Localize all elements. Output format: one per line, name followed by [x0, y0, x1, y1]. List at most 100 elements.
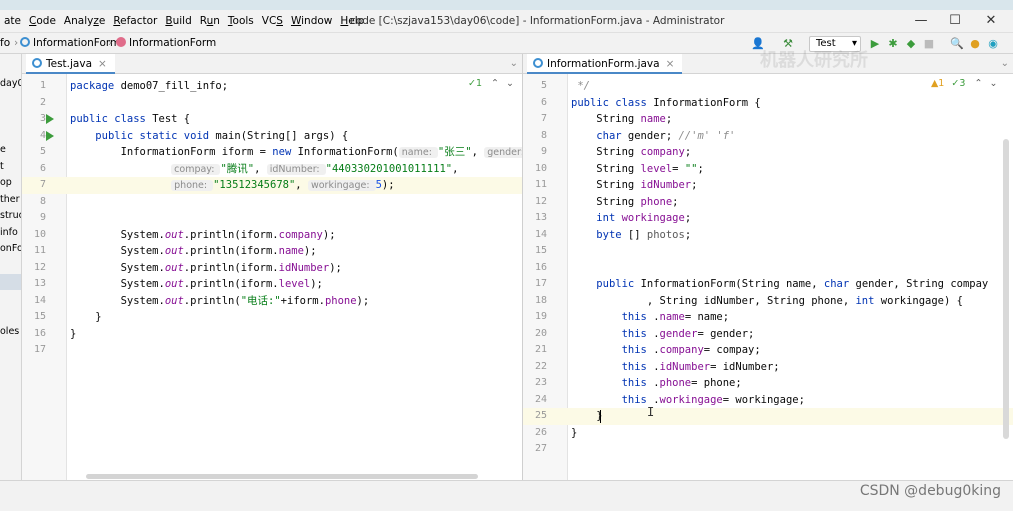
menu-item-code[interactable]: Code: [25, 15, 60, 27]
stop-icon[interactable]: ■: [922, 36, 936, 52]
sidebar-item[interactable]: [0, 93, 21, 109]
code-line[interactable]: 1 package demo07_fill_info;: [22, 78, 522, 95]
line-number: 25: [534, 410, 547, 421]
close-tab-icon[interactable]: ×: [666, 58, 675, 70]
code-line[interactable]: 12 System.out.println(iform.idNumber);: [22, 260, 522, 277]
code-line[interactable]: 3 public class Test {: [22, 111, 522, 128]
menu-item-refactor[interactable]: Refactor: [109, 15, 161, 27]
line-number: 4: [39, 129, 46, 141]
line-number: 11: [534, 179, 547, 190]
code-line[interactable]: 10 String level= "";: [523, 161, 1013, 178]
code-line[interactable]: 17 public InformationForm(String name, c…: [523, 276, 1013, 293]
tab-test-java[interactable]: Test.java ×: [26, 54, 115, 74]
horizontal-scrollbar[interactable]: [86, 474, 478, 479]
code-line[interactable]: 7 phone: "13512345678", workingage: 5);: [22, 177, 522, 194]
code-line[interactable]: 12 String phone;: [523, 194, 1013, 211]
sidebar-item[interactable]: t: [0, 159, 21, 175]
line-number: 3: [39, 113, 46, 124]
code-line[interactable]: 18 , String idNumber, String phone, int …: [523, 293, 1013, 310]
code-line[interactable]: 13 System.out.println(iform.level);: [22, 276, 522, 293]
breadcrumb-module[interactable]: fo: [0, 33, 10, 54]
code-line[interactable]: 11 System.out.println(iform.name);: [22, 243, 522, 260]
code-line[interactable]: 5 */: [523, 78, 1013, 95]
chevron-down-icon[interactable]: ⌄: [1001, 54, 1009, 74]
code-line[interactable]: 26}: [523, 425, 1013, 442]
menu-bar: ate Code Analyze Refactor Build Run Tools VCS Wi…: [0, 10, 1013, 32]
close-window-button[interactable]: ✕: [974, 10, 1008, 32]
code-line[interactable]: 14 System.out.println("电话:"+iform.phone)…: [22, 293, 522, 310]
line-number: 13: [33, 278, 46, 289]
sidebar-item[interactable]: [0, 126, 21, 142]
code-line[interactable]: 6 compay: "腾讯", idNumber: "4403302010010…: [22, 161, 522, 178]
left-code-area[interactable]: 1 package demo07_fill_info; 2 3 public class…: [22, 74, 522, 480]
run-gutter-icon[interactable]: [46, 130, 54, 141]
code-line[interactable]: 9: [22, 210, 522, 227]
run-gutter-icon[interactable]: [46, 114, 54, 124]
code-line[interactable]: 17: [22, 342, 522, 359]
code-line[interactable]: 2: [22, 95, 522, 112]
breadcrumb-file[interactable]: InformationForm: [20, 33, 120, 54]
right-code-area[interactable]: 5 */6 public class InformationForm {7 Str…: [523, 74, 1013, 480]
tab-informationform-java[interactable]: InformationForm.java ×: [527, 54, 683, 74]
code-line[interactable]: 13 int workingage;: [523, 210, 1013, 227]
sidebar-item[interactable]: e: [0, 142, 21, 158]
menu-item-tools[interactable]: Tools: [224, 15, 258, 27]
code-line[interactable]: 5 InformationForm iform = new Informatio…: [22, 144, 522, 161]
method-icon: [116, 37, 126, 47]
code-line[interactable]: 25 }: [523, 408, 1013, 425]
code-line[interactable]: 16}: [22, 326, 522, 343]
code-line[interactable]: 7 String name;: [523, 111, 1013, 128]
left-editor-pane: Test.java × ⌄ ✓1 ⌃ ⌄ 1 package demo07_fill…: [22, 54, 522, 480]
code-line[interactable]: 8: [22, 194, 522, 211]
sidebar-item[interactable]: [0, 307, 21, 323]
code-line[interactable]: 20 this .gender= gender;: [523, 326, 1013, 343]
sidebar-item[interactable]: oles: [0, 324, 21, 340]
breadcrumb-method-label: InformationForm: [129, 37, 217, 49]
code-line[interactable]: 9 String company;: [523, 144, 1013, 161]
code-line[interactable]: 15: [523, 243, 1013, 260]
menu-item-window[interactable]: Window: [287, 15, 336, 27]
code-line[interactable]: 19 this .name= name;: [523, 309, 1013, 326]
sidebar-item[interactable]: day06: [0, 76, 21, 92]
menu-item-vcs[interactable]: VCS: [258, 15, 287, 27]
sidebar-item[interactable]: struct: [0, 208, 21, 224]
sidebar-item[interactable]: [0, 258, 21, 274]
sidebar-item[interactable]: [0, 109, 21, 125]
code-line[interactable]: 24 this .workingage= workingage;: [523, 392, 1013, 409]
maximize-button[interactable]: ☐: [938, 10, 972, 32]
plugin-icon[interactable]: ●: [968, 36, 982, 52]
code-line[interactable]: 14 byte [] photos;: [523, 227, 1013, 244]
code-line[interactable]: 6 public class InformationForm {: [523, 95, 1013, 112]
menu-item-analyze[interactable]: Analyze: [60, 15, 109, 27]
sidebar-item[interactable]: [0, 291, 21, 307]
code-line[interactable]: 16: [523, 260, 1013, 277]
menu-item-run[interactable]: Run: [196, 15, 224, 27]
close-tab-icon[interactable]: ×: [98, 58, 107, 70]
debug-icon[interactable]: ✱: [886, 36, 900, 52]
code-line[interactable]: 8 char gender; //'m' 'f': [523, 128, 1013, 145]
code-text: this .phone= phone;: [621, 377, 742, 389]
sidebar-item[interactable]: op: [0, 175, 21, 191]
ide-logo-icon[interactable]: ◉: [986, 36, 1000, 52]
minimize-button[interactable]: —: [904, 10, 938, 32]
search-icon[interactable]: 🔍: [950, 36, 964, 52]
sidebar-item[interactable]: onFor: [0, 241, 21, 257]
run-icon[interactable]: ▶: [868, 36, 882, 52]
code-line[interactable]: 15 }: [22, 309, 522, 326]
code-line[interactable]: 22 this .idNumber= idNumber;: [523, 359, 1013, 376]
code-line[interactable]: 23 this .phone= phone;: [523, 375, 1013, 392]
code-line[interactable]: 4 public static void main(String[] args)…: [22, 128, 522, 145]
coverage-icon[interactable]: ◆: [904, 36, 918, 52]
code-line[interactable]: 21 this .company= compay;: [523, 342, 1013, 359]
vertical-scrollbar[interactable]: [1003, 139, 1009, 439]
code-line[interactable]: 10 System.out.println(iform.company);: [22, 227, 522, 244]
menu-item-ate[interactable]: ate: [0, 15, 25, 27]
menu-item-build[interactable]: Build: [161, 15, 195, 27]
sidebar-item[interactable]: info: [0, 225, 21, 241]
sidebar-item[interactable]: [0, 274, 21, 290]
chevron-down-icon[interactable]: ⌄: [510, 54, 518, 74]
code-line[interactable]: 11 String idNumber;: [523, 177, 1013, 194]
breadcrumb-method[interactable]: InformationForm: [116, 33, 216, 54]
sidebar-item[interactable]: ther: [0, 192, 21, 208]
code-line[interactable]: 27: [523, 441, 1013, 458]
